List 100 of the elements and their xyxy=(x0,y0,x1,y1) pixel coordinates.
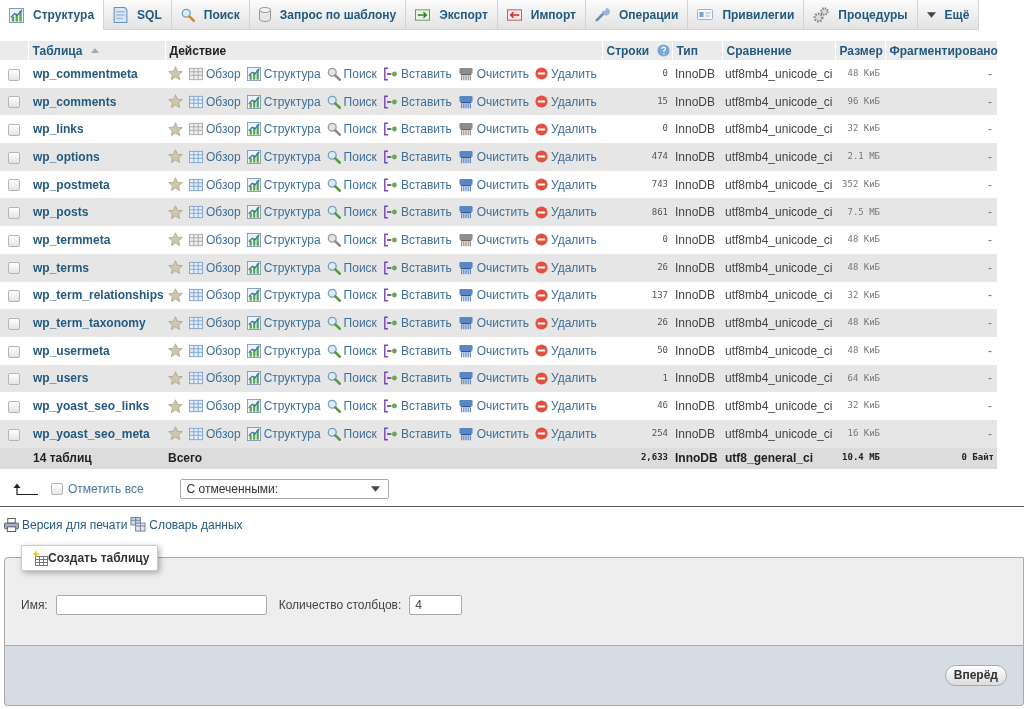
star-icon[interactable] xyxy=(168,66,183,82)
table-name-link[interactable]: wp_posts xyxy=(33,205,89,220)
table-name-link[interactable]: wp_links xyxy=(33,122,84,137)
row-checkbox[interactable] xyxy=(8,179,20,192)
star-icon[interactable] xyxy=(168,343,183,359)
nav-tab[interactable]: Экспорт xyxy=(406,0,498,30)
browse-link[interactable]: Обзор xyxy=(189,424,241,443)
structure-link[interactable]: Структура xyxy=(246,203,321,222)
row-checkbox[interactable] xyxy=(8,68,20,81)
drop-link[interactable]: Удалить xyxy=(535,64,597,83)
row-checkbox[interactable] xyxy=(8,428,20,441)
nav-tab[interactable]: Процедуры xyxy=(804,0,918,30)
table-name-link[interactable]: wp_term_taxonomy xyxy=(33,316,146,331)
row-checkbox[interactable] xyxy=(8,317,20,330)
insert-link[interactable]: Вставить xyxy=(382,120,452,139)
row-checkbox[interactable] xyxy=(8,151,20,164)
drop-link[interactable]: Удалить xyxy=(535,341,597,360)
empty-link[interactable]: Очистить xyxy=(457,230,529,249)
structure-link[interactable]: Структура xyxy=(246,341,321,360)
row-checkbox[interactable] xyxy=(8,124,20,137)
drop-link[interactable]: Удалить xyxy=(535,147,597,166)
table-name-link[interactable]: wp_postmeta xyxy=(33,177,110,192)
table-name-link[interactable]: wp_yoast_seo_links xyxy=(33,399,150,414)
drop-link[interactable]: Удалить xyxy=(535,258,597,277)
structure-link[interactable]: Структура xyxy=(246,314,321,333)
column-header-link[interactable]: Тип xyxy=(676,41,698,60)
star-icon[interactable] xyxy=(168,204,183,220)
browse-link[interactable]: Обзор xyxy=(189,147,241,166)
browse-link[interactable]: Обзор xyxy=(189,258,241,277)
structure-link[interactable]: Структура xyxy=(246,369,321,388)
nav-tab[interactable]: Операции xyxy=(586,0,689,30)
drop-link[interactable]: Удалить xyxy=(535,314,597,333)
empty-link[interactable]: Очистить xyxy=(457,341,529,360)
insert-link[interactable]: Вставить xyxy=(382,397,452,416)
table-name-input[interactable] xyxy=(55,594,267,615)
search-link[interactable]: Поиск xyxy=(326,286,377,305)
insert-link[interactable]: Вставить xyxy=(382,286,452,305)
browse-link[interactable]: Обзор xyxy=(189,64,241,83)
search-link[interactable]: Поиск xyxy=(326,397,377,416)
column-header-link[interactable]: Сравнение xyxy=(726,41,792,60)
table-name-link[interactable]: wp_term_relationships xyxy=(33,288,164,303)
check-all-label[interactable]: Отметить все xyxy=(68,479,144,498)
structure-link[interactable]: Структура xyxy=(246,286,321,305)
star-icon[interactable] xyxy=(168,149,183,165)
table-name-link[interactable]: wp_yoast_seo_meta xyxy=(33,426,150,441)
empty-link[interactable]: Очистить xyxy=(457,286,529,305)
insert-link[interactable]: Вставить xyxy=(382,203,452,222)
insert-link[interactable]: Вставить xyxy=(382,175,452,194)
empty-link[interactable]: Очистить xyxy=(457,258,529,277)
nav-tab[interactable]: Привилегии xyxy=(688,0,805,30)
insert-link[interactable]: Вставить xyxy=(382,341,452,360)
row-checkbox[interactable] xyxy=(8,345,20,358)
search-link[interactable]: Поиск xyxy=(326,203,377,222)
empty-link[interactable]: Очистить xyxy=(457,64,529,83)
drop-link[interactable]: Удалить xyxy=(535,286,597,305)
structure-link[interactable]: Структура xyxy=(246,230,321,249)
star-icon[interactable] xyxy=(168,398,183,414)
table-name-link[interactable]: wp_usermeta xyxy=(33,343,110,358)
row-checkbox[interactable] xyxy=(8,373,20,386)
browse-link[interactable]: Обзор xyxy=(189,230,241,249)
drop-link[interactable]: Удалить xyxy=(535,230,597,249)
empty-link[interactable]: Очистить xyxy=(457,369,529,388)
browse-link[interactable]: Обзор xyxy=(189,203,241,222)
browse-link[interactable]: Обзор xyxy=(189,286,241,305)
table-name-link[interactable]: wp_users xyxy=(33,371,89,386)
browse-link[interactable]: Обзор xyxy=(189,341,241,360)
structure-link[interactable]: Структура xyxy=(246,424,321,443)
table-name-link[interactable]: wp_termmeta xyxy=(33,232,111,247)
insert-link[interactable]: Вставить xyxy=(382,64,452,83)
empty-link[interactable]: Очистить xyxy=(457,147,529,166)
nav-tab[interactable]: Ещё xyxy=(917,0,980,30)
row-checkbox[interactable] xyxy=(8,262,20,275)
insert-link[interactable]: Вставить xyxy=(382,147,452,166)
search-link[interactable]: Поиск xyxy=(326,314,377,333)
with-selected-dropdown[interactable]: С отмеченными: xyxy=(179,478,389,499)
insert-link[interactable]: Вставить xyxy=(382,92,452,111)
structure-link[interactable]: Структура xyxy=(246,258,321,277)
star-icon[interactable] xyxy=(168,260,183,276)
column-count-input[interactable]: 4 xyxy=(409,594,463,615)
drop-link[interactable]: Удалить xyxy=(535,203,597,222)
row-checkbox[interactable] xyxy=(8,400,20,413)
star-icon[interactable] xyxy=(168,370,183,386)
search-link[interactable]: Поиск xyxy=(326,175,377,194)
star-icon[interactable] xyxy=(168,121,183,137)
browse-link[interactable]: Обзор xyxy=(189,397,241,416)
structure-link[interactable]: Структура xyxy=(246,92,321,111)
column-header-link[interactable]: Фрагментировано xyxy=(889,41,998,60)
nav-tab[interactable]: Импорт xyxy=(497,0,586,30)
insert-link[interactable]: Вставить xyxy=(382,230,452,249)
column-header-link[interactable]: Строки xyxy=(606,41,650,60)
table-name-link[interactable]: wp_options xyxy=(33,149,100,164)
structure-link[interactable]: Структура xyxy=(246,120,321,139)
drop-link[interactable]: Удалить xyxy=(535,120,597,139)
search-link[interactable]: Поиск xyxy=(326,369,377,388)
empty-link[interactable]: Очистить xyxy=(457,175,529,194)
structure-link[interactable]: Структура xyxy=(246,64,321,83)
row-checkbox[interactable] xyxy=(8,234,20,247)
star-icon[interactable] xyxy=(168,94,183,110)
check-all-checkbox[interactable] xyxy=(51,482,63,495)
row-checkbox[interactable] xyxy=(8,290,20,303)
